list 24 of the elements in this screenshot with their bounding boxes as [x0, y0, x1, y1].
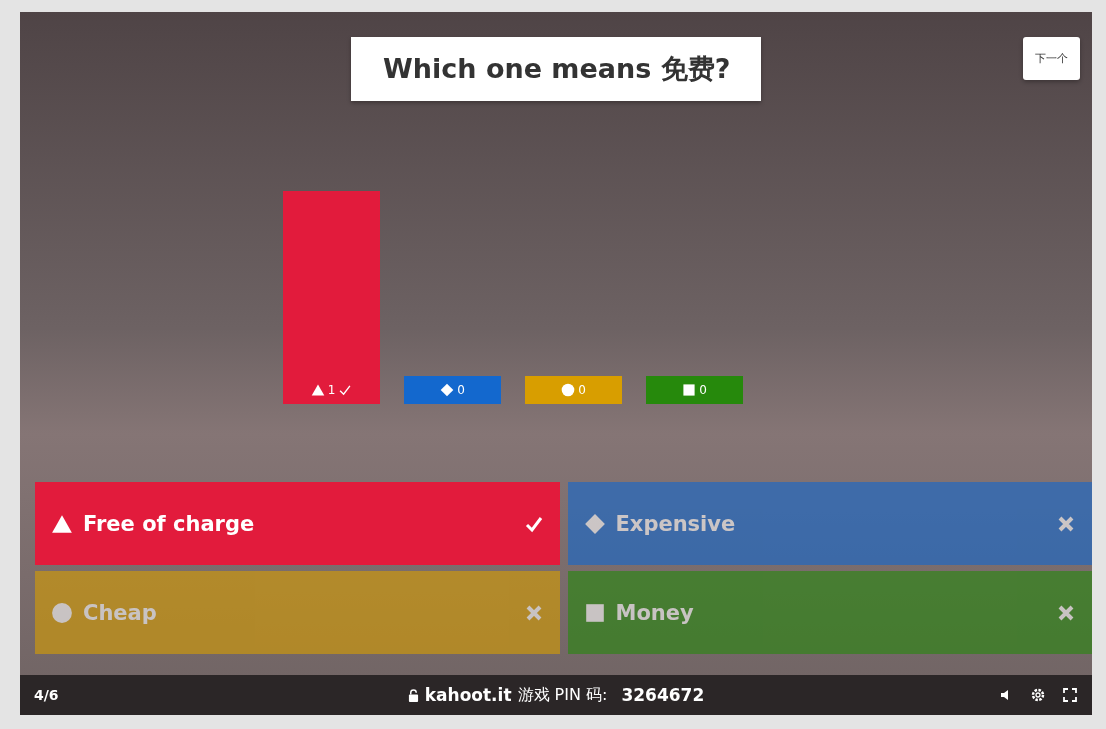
- fullscreen-icon[interactable]: [1062, 687, 1078, 703]
- lock-icon: [407, 688, 419, 702]
- answer-text: Expensive: [615, 511, 737, 536]
- circle-icon: [51, 601, 73, 624]
- pin-label: 游戏 PIN 码:: [517, 684, 608, 706]
- answer-text: Free of charge: [83, 511, 256, 536]
- question-title: Which one means 免费?: [351, 37, 761, 101]
- answer-text: Money: [615, 600, 695, 625]
- answer-count: 1: [327, 383, 336, 397]
- question-number: 4/6: [34, 687, 60, 703]
- site-address: kahoot.it: [424, 685, 512, 705]
- answer-count: 0: [578, 383, 586, 397]
- settings-icon[interactable]: [1030, 687, 1046, 703]
- answer-text: Cheap: [83, 600, 158, 625]
- square-icon: [583, 601, 606, 624]
- diamond-icon: [440, 383, 455, 397]
- answer-count: 0: [457, 383, 465, 397]
- diamond-icon: [583, 512, 606, 535]
- answer-count: 0: [699, 383, 707, 397]
- game-pin: 3264672: [621, 685, 705, 705]
- square-icon: [682, 383, 697, 397]
- next-button[interactable]: 下一个: [1023, 37, 1080, 80]
- triangle-icon: [310, 383, 325, 397]
- circle-icon: [561, 383, 576, 397]
